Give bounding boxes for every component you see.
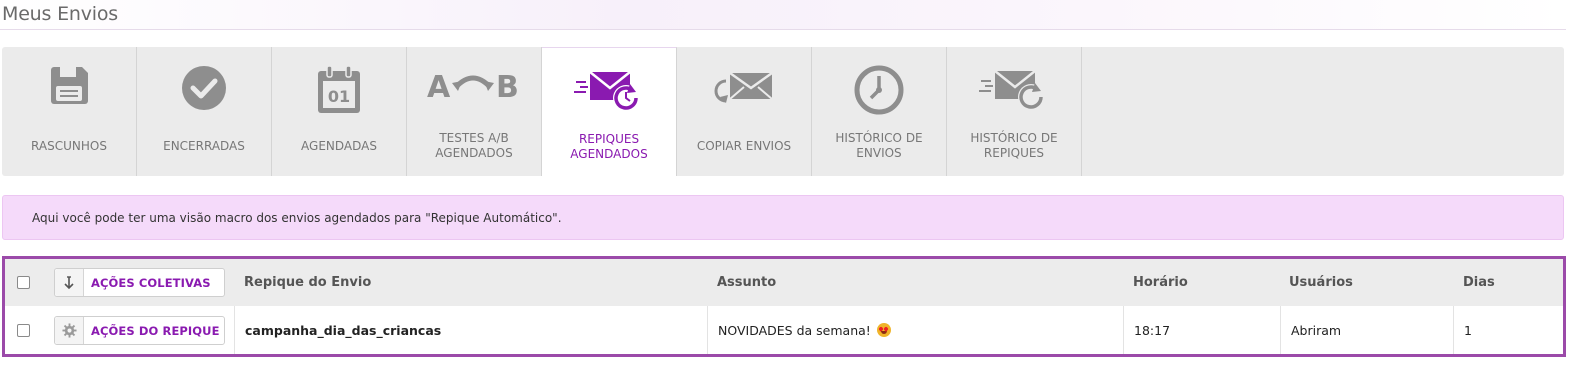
row-actions-button[interactable]: AÇÕES DO REPIQUE	[54, 316, 225, 345]
horario-text: 18:17	[1134, 322, 1171, 338]
col-header-envio: Repique do Envio	[244, 275, 372, 290]
tab-rascunhos[interactable]: RASCUNHOS	[2, 47, 137, 176]
tab-historico-envios[interactable]: HISTÓRICO DE ENVIOS	[812, 47, 947, 176]
cell-usuarios: Abriram	[1280, 306, 1453, 354]
page-header: Meus Envios	[0, 0, 1566, 30]
bulk-actions-button[interactable]: AÇÕES COLETIVAS	[54, 268, 225, 297]
resend-history-icon	[947, 67, 1081, 119]
scheduled-resend-icon	[542, 68, 676, 120]
row-checkbox[interactable]	[17, 323, 30, 337]
tab-encerradas[interactable]: ENCERRADAS	[137, 47, 272, 176]
copy-envelope-icon	[677, 69, 811, 121]
tab-copiar-envios[interactable]: COPIAR ENVIOS	[677, 47, 812, 176]
gear-icon	[55, 317, 84, 344]
cell-horario: 18:17	[1123, 306, 1280, 354]
col-header-usuarios: Usuários	[1289, 275, 1353, 290]
tab-historico-repiques[interactable]: HISTÓRICO DE REPIQUES	[947, 47, 1082, 176]
table-header: AÇÕES COLETIVAS Repique do Envio Assunto…	[5, 259, 1563, 306]
table-row: AÇÕES DO REPIQUE campanha_dia_das_crianc…	[5, 306, 1563, 354]
bulk-actions-label: AÇÕES COLETIVAS	[91, 275, 211, 290]
tab-agendadas[interactable]: 01 AGENDADAS	[272, 47, 407, 176]
repiques-table: AÇÕES COLETIVAS Repique do Envio Assunto…	[2, 256, 1566, 357]
heart-eyes-emoji-icon	[876, 323, 891, 337]
envio-name: campanha_dia_das_criancas	[245, 322, 442, 338]
tab-label: TESTES A/B AGENDADOS	[435, 131, 513, 160]
page-title: Meus Envios	[2, 3, 118, 25]
tab-label: COPIAR ENVIOS	[696, 138, 792, 153]
tabs-bar: RASCUNHOS ENCERRADAS 01 AGENDADAS A B TE…	[2, 47, 1564, 176]
col-header-dias: Dias	[1463, 275, 1495, 290]
clock-icon	[812, 65, 946, 117]
select-all-cell	[17, 259, 30, 306]
dias-text: 1	[1464, 322, 1472, 338]
tab-label: RASCUNHOS	[31, 138, 107, 153]
cell-envio: campanha_dia_das_criancas	[234, 306, 707, 354]
row-select-cell	[17, 306, 30, 354]
save-icon	[2, 65, 136, 117]
usuarios-text: Abriram	[1291, 322, 1342, 338]
tab-testes-ab[interactable]: A B TESTES A/B AGENDADOS	[407, 47, 542, 176]
calendar-icon: 01	[272, 65, 406, 117]
row-actions-label: AÇÕES DO REPIQUE	[91, 323, 220, 338]
col-header-horario: Horário	[1133, 275, 1188, 290]
check-circle-icon	[137, 65, 271, 117]
select-all-checkbox[interactable]	[17, 276, 30, 289]
svg-text:A: A	[427, 70, 451, 101]
info-text: Aqui você pode ter uma visão macro dos e…	[32, 211, 562, 225]
svg-text:01: 01	[328, 87, 350, 106]
tab-label: REPIQUES AGENDADOS	[570, 132, 648, 161]
tab-label: ENCERRADAS	[163, 138, 245, 153]
svg-text:B: B	[496, 70, 519, 101]
ab-test-icon: A B	[407, 69, 541, 121]
tab-label: HISTÓRICO DE ENVIOS	[835, 131, 923, 160]
col-header-assunto: Assunto	[717, 275, 777, 290]
assunto-text: NOVIDADES da semana!	[718, 322, 871, 338]
tab-label: HISTÓRICO DE REPIQUES	[970, 131, 1058, 160]
cell-assunto: NOVIDADES da semana!	[707, 306, 1123, 354]
cell-dias: 1	[1453, 306, 1563, 354]
sort-arrow-icon	[55, 269, 84, 296]
tab-repiques-agendados[interactable]: REPIQUES AGENDADOS	[542, 47, 677, 176]
info-box: Aqui você pode ter uma visão macro dos e…	[2, 195, 1564, 240]
tab-label: AGENDADAS	[301, 138, 377, 153]
